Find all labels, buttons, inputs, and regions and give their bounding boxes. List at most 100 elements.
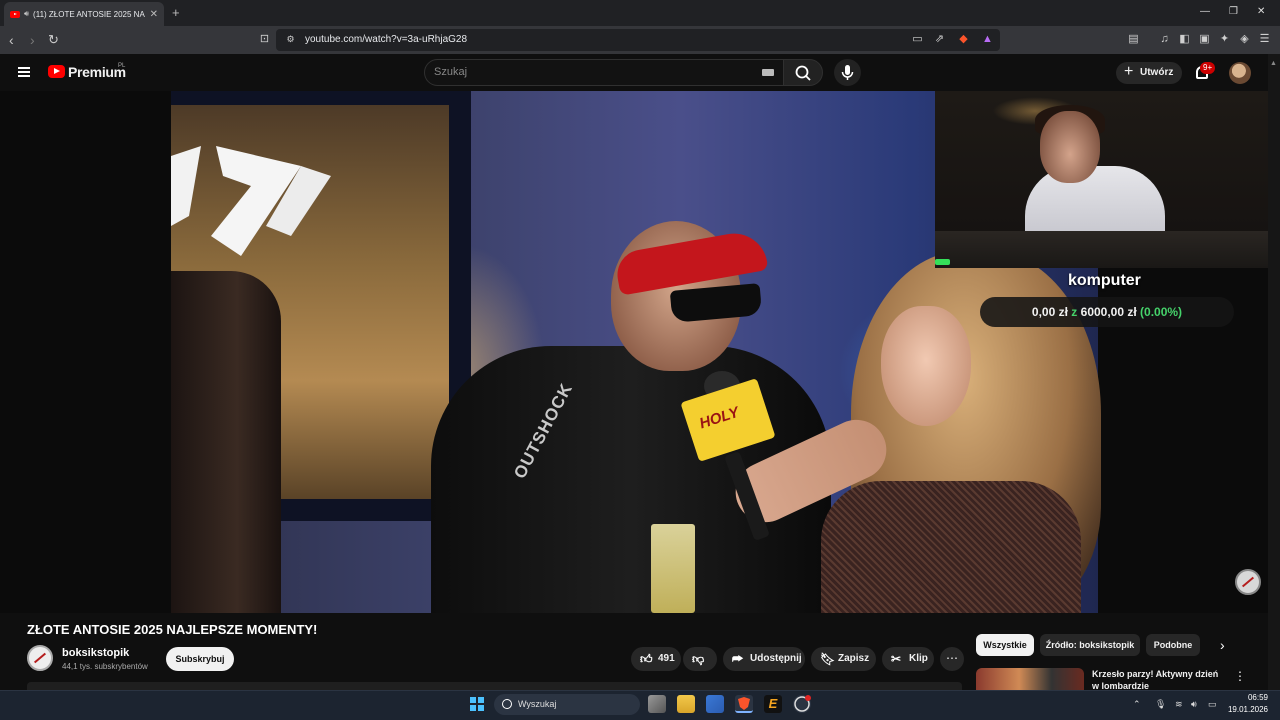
reader-mode-icon[interactable]: ▤ [1127, 33, 1140, 45]
scene-neon-sign [171, 146, 331, 256]
clock-date[interactable]: 19.01.2026 [1224, 705, 1268, 714]
scene-sunglasses [669, 283, 763, 323]
like-count: 491 [658, 653, 675, 664]
media-icon[interactable]: ♫ [1158, 33, 1171, 45]
clock-time[interactable]: 06:59 [1232, 693, 1268, 702]
sidebar-icon[interactable]: ◧ [1178, 33, 1191, 45]
search-placeholder: Szukaj [434, 66, 468, 78]
thumbs-up-icon: 👍︎ [640, 652, 653, 666]
share-button[interactable]: ⮫ Udostępnij [723, 647, 805, 671]
forward-icon[interactable]: › [30, 33, 35, 47]
scene-left-person [171, 271, 281, 613]
chip-related[interactable]: Podobne [1146, 634, 1200, 656]
steam-app-icon[interactable] [793, 695, 811, 713]
wallet-icon[interactable]: ▣ [1198, 33, 1211, 45]
menu-icon[interactable]: ☰ [1258, 33, 1271, 45]
scissors-icon: ✂︎ [891, 652, 902, 666]
chips-next-icon[interactable]: › [1220, 637, 1225, 653]
cast-icon[interactable]: ▭ [911, 33, 924, 45]
subscribe-button[interactable]: Subskrybuj [166, 647, 234, 671]
user-avatar[interactable] [1229, 62, 1251, 84]
tray-battery-icon[interactable]: ▭ [1208, 699, 1217, 710]
search-icon [795, 65, 811, 81]
description-box-edge [27, 682, 962, 690]
windows-taskbar [0, 690, 1280, 720]
browser-tab[interactable]: 🔊︎ (11) ZŁOTE ANTOSIE 2025 NA ✕ [4, 2, 164, 26]
reload-icon[interactable]: ↻ [48, 33, 59, 47]
tray-mic-icon[interactable]: 🎙︎ [1155, 699, 1166, 710]
dislike-button[interactable]: 👎︎ [683, 647, 717, 671]
scene-drink-glass [651, 524, 695, 613]
maximize-button[interactable]: ❐ [1229, 6, 1238, 17]
donation-percent: (0.00%) [1140, 305, 1183, 319]
youtube-favicon-icon [10, 10, 20, 18]
epic-games-icon[interactable]: E [764, 695, 782, 713]
minimize-button[interactable]: — [1200, 6, 1210, 17]
microphone-icon [841, 65, 854, 80]
related-video-thumbnail[interactable] [976, 668, 1084, 690]
related-video-title[interactable]: Krzesło parzy! Aktywny dzień w lombardzi… [1092, 668, 1226, 690]
donation-amount: 0,00 zł [1031, 305, 1068, 319]
tray-volume-icon[interactable]: 🔊︎ [1191, 699, 1197, 710]
browser-tab-strip [0, 0, 1280, 26]
channel-watermark-icon[interactable] [1235, 569, 1261, 595]
video-player[interactable]: OUTSHOCK HOLY [0, 91, 1268, 613]
windows-start-icon[interactable] [470, 697, 484, 711]
new-tab-button[interactable]: + [172, 5, 180, 20]
task-view-icon[interactable] [648, 695, 666, 713]
webcam-desk [935, 231, 1268, 268]
channel-name[interactable]: boksikstopik [62, 647, 129, 659]
chip-all[interactable]: Wszystkie [976, 634, 1034, 656]
streamer-webcam [935, 91, 1268, 268]
webcam-head [1040, 111, 1100, 183]
hamburger-menu-icon[interactable] [18, 67, 30, 77]
close-window-button[interactable]: ✕ [1257, 6, 1265, 17]
share-icon: ⮫ [732, 652, 744, 666]
site-info-icon[interactable]: ⚙︎ [284, 33, 297, 45]
donation-goal: 6000,00 zł [1080, 305, 1137, 319]
leo-ai-icon[interactable]: ✦ [1218, 33, 1231, 45]
mic-flag-text: HOLY [697, 403, 742, 433]
thumbs-down-icon: 👎︎ [692, 652, 705, 666]
channel-avatar[interactable] [27, 645, 53, 671]
more-actions-button[interactable]: ⋯ [940, 647, 964, 671]
create-button[interactable]: Utwórz [1116, 62, 1182, 84]
file-explorer-icon[interactable] [677, 695, 695, 713]
donation-goal-bar: 0,00 zł z 6000,00 zł (0.00%) [980, 297, 1234, 327]
webcam-green-light [935, 259, 950, 265]
scene-woman-dress [821, 481, 1081, 613]
clip-label: Klip [909, 653, 928, 664]
share-label: Udostępnij [750, 653, 802, 664]
brave-browser-icon[interactable] [735, 695, 753, 713]
like-button[interactable]: 👍︎ 491 [631, 647, 681, 671]
back-icon[interactable]: ‹ [9, 33, 14, 47]
close-tab-button[interactable]: ✕ [150, 9, 158, 20]
donation-separator: z [1071, 305, 1078, 319]
clip-button[interactable]: ✂︎ Klip [882, 647, 934, 671]
save-label: Zapisz [838, 653, 870, 664]
save-button[interactable]: 🔖︎ Zapisz [811, 647, 876, 671]
vpn-shield-icon[interactable]: ◈ [1238, 33, 1251, 45]
search-input[interactable] [424, 59, 784, 86]
share-page-icon[interactable]: ⇗ [933, 33, 946, 45]
taskbar-search[interactable]: Wyszukaj [494, 694, 640, 715]
keyboard-icon[interactable] [762, 69, 774, 76]
chip-from-channel[interactable]: Źródło: boksikstopik [1040, 634, 1140, 656]
search-button[interactable] [783, 59, 823, 86]
brave-rewards-icon[interactable]: ▲ [981, 33, 994, 45]
youtube-logo-icon[interactable] [48, 65, 65, 78]
tab-title: (11) ZŁOTE ANTOSIE 2025 NA [33, 9, 145, 19]
tray-overflow-icon[interactable]: ⌃ [1133, 699, 1141, 710]
related-video-menu-icon[interactable]: ⋮ [1234, 669, 1246, 683]
scene-woman-face [881, 306, 971, 426]
brave-shields-icon[interactable]: ◆ [957, 33, 970, 45]
page-scrollbar[interactable]: ▲ [1268, 54, 1280, 690]
scroll-up-icon[interactable]: ▲ [1270, 60, 1277, 67]
voice-search-button[interactable] [834, 59, 861, 86]
store-icon[interactable] [706, 695, 724, 713]
tray-wifi-icon[interactable]: ≋ [1175, 699, 1183, 710]
bookmark-icon[interactable]: ⊡ [258, 33, 271, 45]
url-text[interactable]: youtube.com/watch?v=3a-uRhjaG28 [305, 34, 467, 45]
bookmark-save-icon: 🔖︎ [820, 652, 836, 666]
audio-playing-icon[interactable]: 🔊︎ [24, 9, 29, 19]
